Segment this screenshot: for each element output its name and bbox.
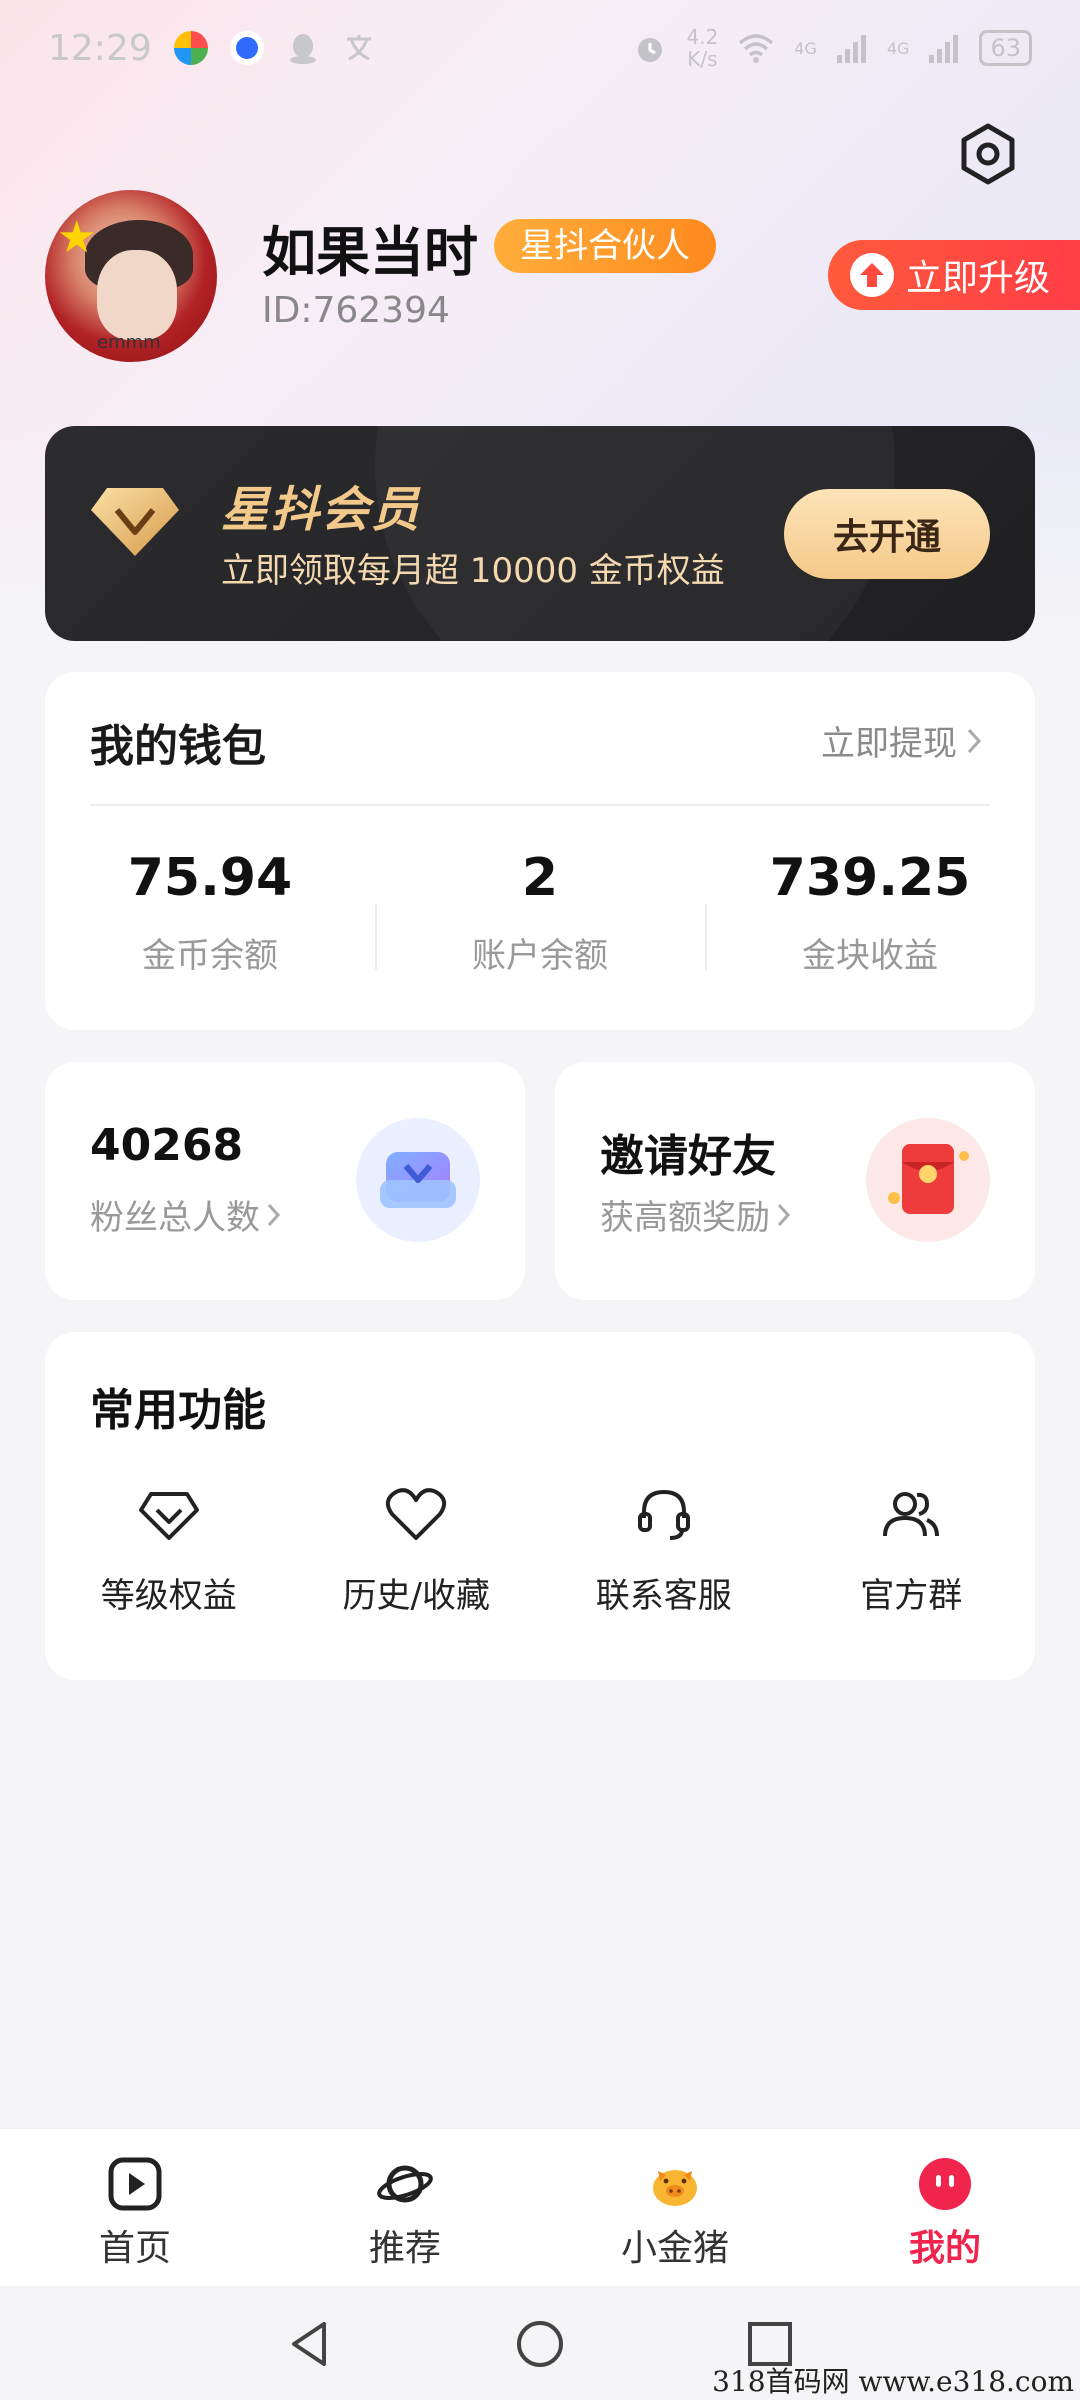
vip-subtitle: 立即领取每月超 10000 金币权益	[221, 551, 725, 591]
headset-icon	[637, 1489, 690, 1540]
common-functions-card: 常用功能 等级权益 历史/收藏 联系客服 官方群	[45, 1332, 1035, 1680]
translate-icon	[346, 35, 371, 61]
stat-value: 739.25	[769, 848, 971, 908]
wallet-stats: 75.94 金币余额 2 账户余额 739.25 金块收益	[45, 848, 1035, 988]
fans-subtitle-label: 粉丝总人数	[90, 1198, 260, 1238]
diamond-icon	[138, 1492, 199, 1540]
stat-label: 金块收益	[802, 936, 938, 976]
username: 如果当时	[262, 221, 478, 284]
net-speed-value: 4.2	[686, 25, 719, 49]
piggy-icon	[653, 2170, 697, 2206]
stat-label: 金币余额	[142, 936, 278, 976]
status-right: 4.2 K/s 4G 4G 63	[632, 26, 1032, 70]
upgrade-arrow-icon	[850, 253, 894, 297]
level-benefits-item[interactable]: 等级权益	[45, 1482, 293, 1617]
fans-inbox-icon	[356, 1118, 480, 1242]
tab-piggy[interactable]: 小金猪	[540, 2129, 810, 2287]
star-icon: ★	[57, 212, 97, 263]
signal-1-icon	[836, 35, 866, 63]
coin-balance-stat[interactable]: 75.94 金币余额	[45, 848, 375, 988]
play-icon	[108, 2157, 162, 2211]
fans-card[interactable]: 40268 粉丝总人数	[45, 1062, 525, 1300]
functions-grid: 等级权益 历史/收藏 联系客服 官方群	[45, 1482, 1035, 1617]
browser-notification-icon	[229, 31, 264, 65]
profile-icon	[919, 2158, 971, 2210]
avatar-caption: emmm	[97, 332, 161, 353]
wifi-icon	[739, 34, 774, 63]
withdraw-link[interactable]: 立即提现	[821, 716, 983, 765]
func-label: 官方群	[860, 1576, 963, 1616]
chevron-right-icon	[267, 1203, 281, 1226]
avatar-face	[97, 250, 177, 340]
tab-home[interactable]: 首页	[0, 2129, 270, 2287]
tab-recommend[interactable]: 推荐	[270, 2129, 540, 2287]
invite-card[interactable]: 邀请好友 获高额奖励	[555, 1062, 1035, 1300]
net-speed: 4.2 K/s	[686, 26, 718, 70]
wallet-divider	[90, 804, 990, 806]
signal-2-icon	[929, 35, 959, 63]
functions-title: 常用功能	[90, 1385, 266, 1436]
app-notification-icon	[173, 31, 208, 65]
partner-badge[interactable]: 星抖合伙人	[494, 219, 716, 273]
chevron-right-icon	[777, 1203, 791, 1226]
fans-subtitle: 粉丝总人数	[90, 1190, 282, 1239]
diamond-icon	[91, 488, 179, 556]
tab-label: 小金猪	[620, 2228, 729, 2269]
fans-count: 40268	[90, 1120, 244, 1171]
user-id: ID:762394	[262, 290, 450, 331]
status-left: 12:29	[48, 28, 376, 69]
group-icon	[883, 1492, 940, 1537]
stat-value: 75.94	[127, 848, 293, 908]
official-group-item[interactable]: 官方群	[788, 1482, 1036, 1617]
tab-label: 首页	[98, 2228, 171, 2269]
system-nav-bar: 318首码网 www.e318.com	[0, 2286, 1080, 2400]
gold-earnings-stat[interactable]: 739.25 金块收益	[705, 848, 1035, 988]
alarm-icon	[638, 38, 663, 62]
status-time: 12:29	[48, 27, 152, 69]
vip-open-button[interactable]: 去开通	[784, 489, 990, 579]
func-label: 等级权益	[100, 1576, 237, 1616]
signal-1-label: 4G	[794, 38, 817, 58]
vip-card[interactable]: 星抖会员 立即领取每月超 10000 金币权益 去开通	[45, 426, 1035, 641]
qq-icon	[289, 34, 316, 64]
signal-2-label: 4G	[886, 38, 910, 58]
heart-icon	[386, 1488, 447, 1540]
history-favorites-item[interactable]: 历史/收藏	[293, 1482, 541, 1617]
tab-label: 我的	[908, 2228, 981, 2269]
net-speed-unit: K/s	[687, 47, 718, 71]
upgrade-label: 立即升级	[906, 258, 1051, 299]
upgrade-button[interactable]: 立即升级	[828, 240, 1080, 310]
stat-label: 账户余额	[472, 936, 608, 976]
bottom-tab-bar: 首页 推荐 小金猪 我的	[0, 2128, 1080, 2287]
wallet-card: 我的钱包 立即提现 75.94 金币余额 2 账户余额 739.25 金块收益	[45, 672, 1035, 1030]
tab-label: 推荐	[368, 2228, 441, 2269]
status-bar: 12:29 4.2 K/s 4G 4G 63	[0, 0, 1080, 96]
invite-title: 邀请好友	[600, 1131, 776, 1182]
wallet-title: 我的钱包	[90, 721, 266, 772]
tab-mine[interactable]: 我的	[810, 2129, 1080, 2287]
chevron-right-icon	[967, 728, 982, 753]
customer-service-item[interactable]: 联系客服	[540, 1482, 788, 1617]
stat-value: 2	[521, 848, 559, 908]
withdraw-label: 立即提现	[821, 724, 957, 764]
settings-icon[interactable]	[956, 122, 1020, 186]
planet-icon	[377, 2165, 433, 2203]
invite-subtitle: 获高额奖励	[600, 1190, 792, 1239]
func-label: 历史/收藏	[342, 1576, 490, 1616]
func-label: 联系客服	[595, 1576, 732, 1616]
invite-subtitle-label: 获高额奖励	[600, 1198, 770, 1238]
vip-title: 星抖会员	[221, 482, 422, 538]
watermark: 318首码网 www.e318.com	[712, 2365, 1074, 2398]
back-icon[interactable]	[282, 2316, 338, 2372]
battery-indicator: 63	[979, 30, 1032, 66]
account-balance-stat[interactable]: 2 账户余额	[375, 848, 705, 988]
red-envelope-icon	[866, 1118, 990, 1242]
avatar[interactable]: ★ emmm	[45, 190, 217, 362]
home-icon[interactable]	[512, 2316, 568, 2372]
